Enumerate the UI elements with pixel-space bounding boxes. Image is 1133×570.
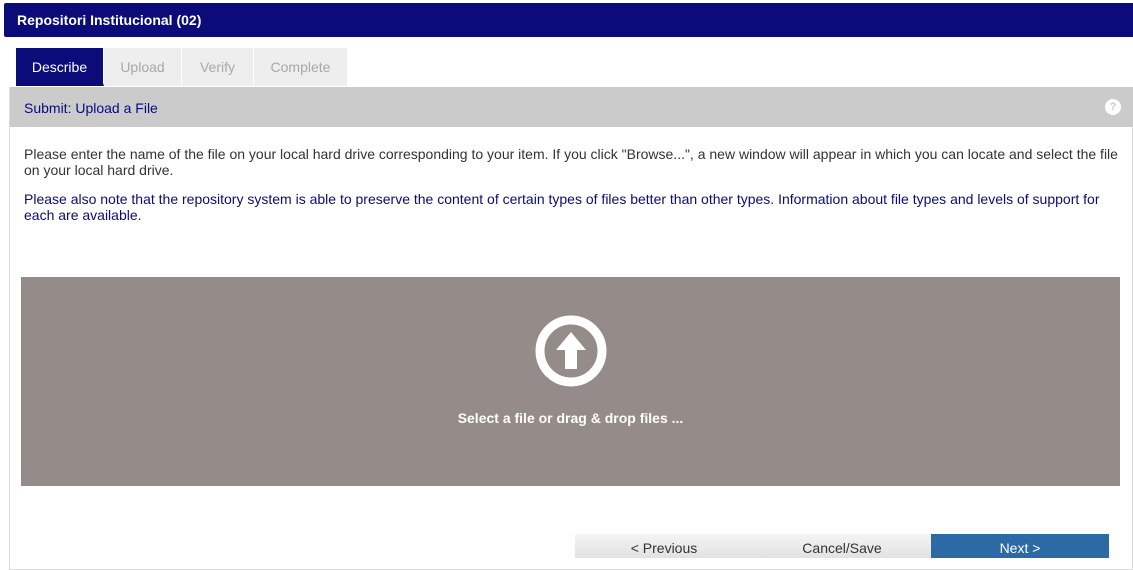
- submission-steps-tabs: Describe Upload Verify Complete: [16, 48, 348, 86]
- file-dropzone[interactable]: Select a file or drag & drop files ...: [21, 277, 1120, 486]
- tab-describe-label: Describe: [31, 59, 88, 75]
- dropzone-label: Select a file or drag & drop files ...: [457, 410, 684, 426]
- file-types-note: Please also note that the repository sys…: [24, 191, 1100, 223]
- next-button[interactable]: Next >: [931, 534, 1109, 558]
- tab-describe[interactable]: Describe: [16, 48, 104, 86]
- upload-instructions: Please enter the name of the file on you…: [24, 146, 1118, 178]
- app-title: Repositori Institucional (02): [17, 12, 202, 28]
- submission-navigation: < Previous Cancel/Save Next >: [575, 534, 1109, 558]
- previous-button[interactable]: < Previous: [575, 534, 753, 558]
- question-mark-icon[interactable]: ?: [1105, 99, 1121, 115]
- tab-verify-label: Verify: [199, 59, 235, 75]
- tab-upload[interactable]: Upload: [104, 48, 182, 86]
- cancel-save-button[interactable]: Cancel/Save: [753, 534, 931, 558]
- panel-title: Submit: Upload a File: [24, 100, 158, 116]
- upload-panel: Submit: Upload a File ? Please enter the…: [9, 87, 1133, 570]
- panel-header: Submit: Upload a File ?: [10, 87, 1133, 127]
- upload-arrow-icon: [535, 315, 607, 387]
- tab-complete-label: Complete: [270, 59, 331, 75]
- tab-upload-label: Upload: [120, 59, 165, 75]
- tab-complete[interactable]: Complete: [254, 48, 348, 86]
- app-title-bar: Repositori Institucional (02): [4, 3, 1133, 37]
- tab-verify[interactable]: Verify: [182, 48, 254, 86]
